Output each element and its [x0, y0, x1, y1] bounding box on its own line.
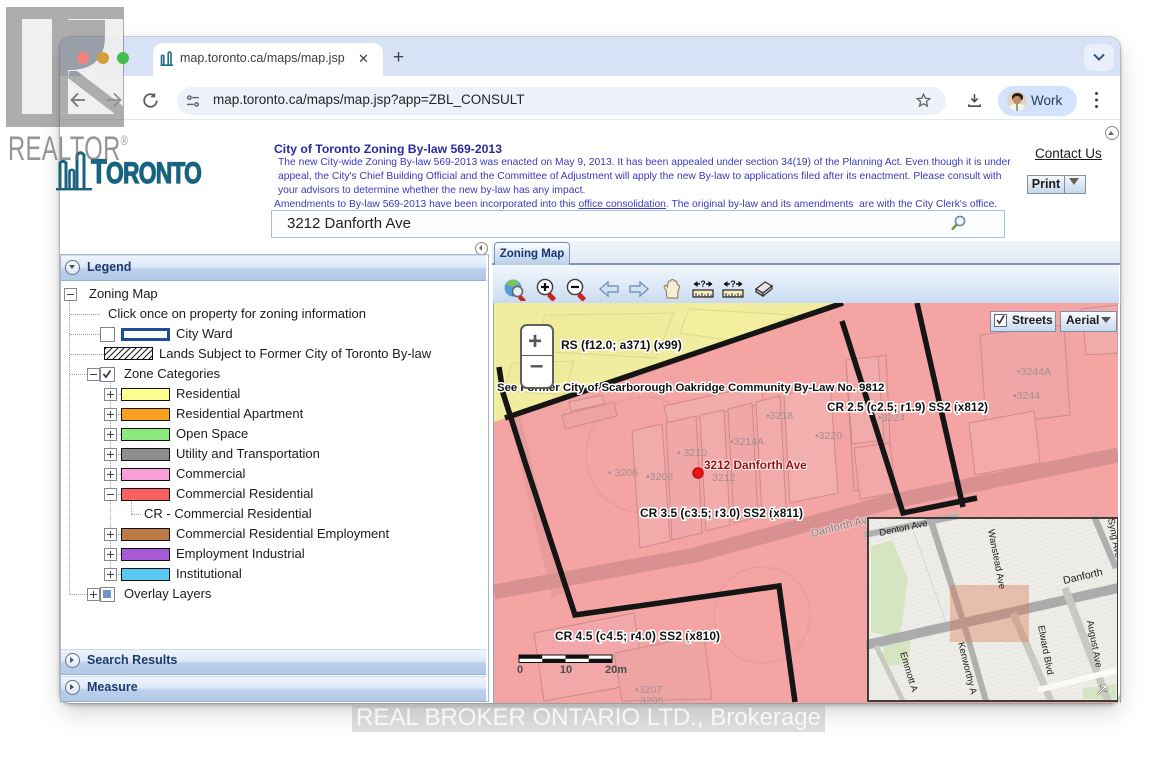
svg-text:CR 4.5 (c4.5; r4.0) SS2 (x810: CR 4.5 (c4.5; r4.0) SS2 (x810) [555, 629, 720, 643]
svg-text:3212 Danforth Ave: 3212 Danforth Ave [704, 458, 807, 472]
svg-text:CR 3.5 (c3.5; r3.0) SS2 (x811: CR 3.5 (c3.5; r3.0) SS2 (x811) [640, 506, 803, 520]
svg-text:CR 2.5 (c2.5; r1.9) SS2 (x812): CR 2.5 (c2.5; r1.9) SS2 (x812) [827, 400, 988, 414]
svg-text:3205: 3205 [640, 695, 664, 703]
svg-text:See Former City of Scarborough: See Former City of Scarborough Oakridge … [497, 382, 884, 394]
svg-text:10: 10 [560, 664, 572, 676]
svg-text:•3208: •3208 [646, 471, 673, 483]
svg-text:RS (f12.0; a371) (x99): RS (f12.0; a371) (x99) [561, 338, 682, 352]
svg-text:•3214A: •3214A [730, 436, 764, 448]
svg-text:•3218: •3218 [766, 410, 793, 422]
svg-text:• 3210: • 3210 [677, 447, 707, 459]
svg-text:0: 0 [517, 664, 523, 676]
svg-text:• 3206: • 3206 [608, 467, 638, 479]
svg-text:•3244A: •3244A [1017, 366, 1051, 378]
svg-text:?: ? [730, 279, 736, 289]
svg-text:3212: 3212 [712, 472, 736, 484]
svg-text:20m: 20m [605, 664, 627, 676]
svg-text:?: ? [700, 279, 706, 289]
svg-text:•3220: •3220 [815, 430, 842, 442]
svg-text:•3244: •3244 [1013, 390, 1040, 402]
